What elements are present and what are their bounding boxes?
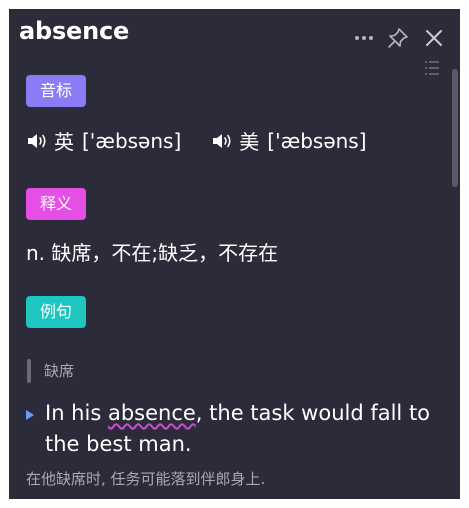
- example-sentence: In his absence, the task would fall to t…: [45, 398, 455, 460]
- pin-icon: [388, 28, 408, 48]
- example-highlighted-word[interactable]: absence: [108, 401, 196, 425]
- examples-badge: 例句: [26, 296, 87, 328]
- example-text-before: In his: [45, 401, 108, 425]
- pin-button[interactable]: [385, 25, 411, 51]
- speaker-icon[interactable]: [211, 131, 233, 151]
- sense-label: 缺席: [44, 362, 75, 380]
- phonetics-badge: 音标: [26, 75, 87, 107]
- sense-divider: [27, 359, 31, 383]
- definition-text: n. 缺席，不在;缺乏，不存在: [26, 241, 279, 265]
- example-translation: 在他缺席时, 任务可能落到伴郎身上.: [26, 470, 266, 488]
- phonetic-us: 美 ['æbsəns]: [211, 126, 367, 155]
- close-icon: [426, 30, 442, 46]
- dictionary-popup: absence 音标 英 ['æbsəns] 美 ['æbsəns] 释义 n.…: [9, 9, 460, 499]
- phonetic-uk: 英 ['æbsəns]: [26, 126, 181, 155]
- phonetic-ipa: ['æbsəns]: [267, 128, 367, 153]
- list-icon: [425, 61, 439, 75]
- phonetics-row: 英 ['æbsəns] 美 ['æbsəns]: [26, 126, 367, 155]
- phonetic-lang-label: 美: [239, 130, 260, 154]
- word-title: absence: [19, 17, 130, 45]
- more-options-button[interactable]: [351, 25, 377, 51]
- example-play-icon[interactable]: [26, 410, 34, 420]
- definition-badge: 释义: [26, 188, 87, 220]
- more-horizontal-icon: [355, 36, 373, 40]
- list-view-button[interactable]: [424, 59, 440, 77]
- scrollbar-thumb[interactable]: [452, 69, 458, 187]
- close-button[interactable]: [421, 25, 447, 51]
- phonetic-ipa: ['æbsəns]: [82, 128, 182, 153]
- phonetic-lang-label: 英: [54, 130, 74, 154]
- speaker-icon[interactable]: [26, 131, 48, 151]
